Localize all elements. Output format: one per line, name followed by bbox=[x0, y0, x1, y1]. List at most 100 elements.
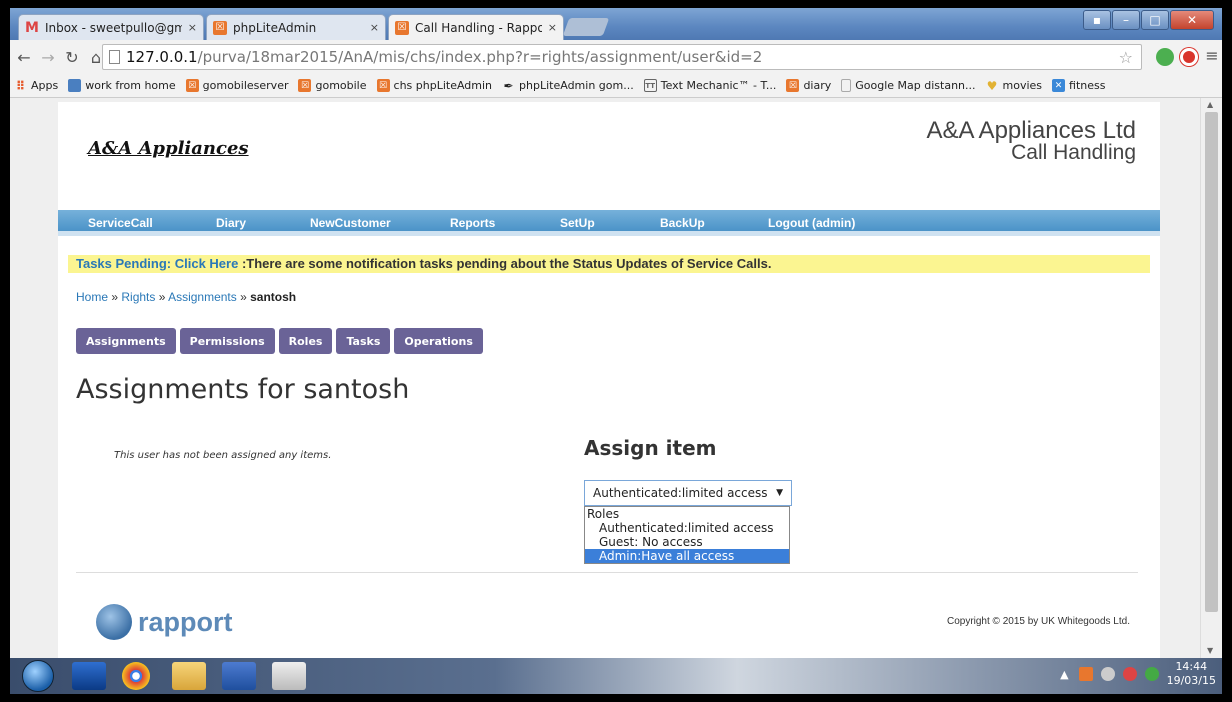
scroll-up-icon[interactable]: ▲ bbox=[1207, 100, 1213, 109]
clock-date: 19/03/15 bbox=[1166, 674, 1216, 687]
word-icon[interactable] bbox=[222, 662, 256, 690]
phplite-icon: ☒ bbox=[213, 20, 227, 35]
bookmark-item[interactable]: Google Map distann... bbox=[841, 79, 976, 92]
close-icon[interactable]: × bbox=[188, 21, 197, 34]
menu-newcustomer[interactable]: NewCustomer bbox=[310, 216, 391, 230]
bookmark-item[interactable]: work from home bbox=[68, 79, 176, 92]
rapport-wordmark: rapport bbox=[138, 606, 233, 637]
desktop-icon[interactable] bbox=[72, 662, 106, 690]
menu-logout[interactable]: Logout (admin) bbox=[768, 216, 855, 230]
breadcrumb-rights[interactable]: Rights bbox=[121, 290, 155, 304]
window-controls: ▪ – □ ✕ bbox=[1082, 10, 1214, 30]
tab-permissions[interactable]: Permissions bbox=[179, 328, 275, 354]
option-authenticated[interactable]: Authenticated:limited access bbox=[585, 521, 789, 535]
folder-icon[interactable] bbox=[172, 662, 206, 690]
extension-power-icon[interactable] bbox=[1180, 48, 1198, 66]
minimize-button[interactable]: – bbox=[1112, 10, 1140, 30]
breadcrumb: Home » Rights » Assignments » santosh bbox=[76, 290, 296, 304]
tray-expand-icon[interactable]: ▲ bbox=[1060, 668, 1068, 681]
bookmark-item[interactable]: ☒ diary bbox=[786, 79, 831, 92]
bookmark-item[interactable]: ☒ gomobile bbox=[298, 79, 367, 92]
bookmark-label: movies bbox=[1002, 79, 1043, 92]
volume-icon[interactable] bbox=[1100, 667, 1115, 681]
bookmark-star-icon[interactable]: ☆ bbox=[1119, 48, 1133, 67]
option-admin[interactable]: Admin:Have all access bbox=[585, 549, 789, 563]
tab-operations[interactable]: Operations bbox=[394, 328, 483, 354]
breadcrumb-assignments[interactable]: Assignments bbox=[168, 290, 237, 304]
scroll-down-icon[interactable]: ▼ bbox=[1207, 646, 1213, 655]
select-value: Authenticated:limited access bbox=[593, 486, 768, 500]
option-group-roles: Roles bbox=[587, 507, 620, 521]
option-guest[interactable]: Guest: No access bbox=[585, 535, 789, 549]
assign-item-title: Assign item bbox=[584, 436, 717, 460]
tab-call-handling[interactable]: ☒ Call Handling - Rapport - × bbox=[388, 14, 564, 40]
bookmark-item[interactable]: ♥ movies bbox=[986, 78, 1043, 93]
bookmark-label: gomobile bbox=[315, 79, 367, 92]
gmail-icon: M bbox=[25, 19, 39, 36]
forward-icon[interactable]: → bbox=[38, 48, 58, 67]
tab-tasks[interactable]: Tasks bbox=[336, 328, 391, 354]
breadcrumb-home[interactable]: Home bbox=[76, 290, 108, 304]
url-host: 127.0.0.1 bbox=[126, 48, 198, 66]
new-tab-button[interactable] bbox=[562, 18, 610, 36]
menu-icon[interactable]: ≡ bbox=[1202, 46, 1222, 65]
tab-roles[interactable]: Roles bbox=[278, 328, 333, 354]
breadcrumb-separator: » bbox=[236, 290, 251, 304]
vertical-scrollbar[interactable]: ▲ ▼ bbox=[1200, 98, 1222, 658]
bookmark-item[interactable]: ✒ phpLiteAdmin gom... bbox=[502, 79, 634, 93]
heart-icon: ♥ bbox=[986, 78, 998, 93]
bookmark-label: Text Mechanic™ - T... bbox=[660, 79, 777, 92]
paint-icon[interactable] bbox=[272, 662, 306, 690]
menu-reports[interactable]: Reports bbox=[450, 216, 495, 230]
assign-item-select[interactable]: Authenticated:limited access ▼ bbox=[584, 480, 792, 506]
maximize-button[interactable]: □ bbox=[1141, 10, 1169, 30]
menu-diary[interactable]: Diary bbox=[216, 216, 246, 230]
main-menu: ServiceCall Diary NewCustomer Reports Se… bbox=[58, 210, 1160, 236]
fitness-icon: ✕ bbox=[1052, 79, 1066, 92]
close-window-button[interactable]: ✕ bbox=[1170, 10, 1214, 30]
network-icon[interactable] bbox=[1122, 667, 1137, 681]
menu-backup[interactable]: BackUp bbox=[660, 216, 705, 230]
chrome-icon[interactable] bbox=[122, 662, 150, 690]
bookmark-item[interactable]: ✕ fitness bbox=[1052, 79, 1105, 92]
brand-block: A&A Appliances Ltd Call Handling bbox=[927, 119, 1136, 164]
security-icon[interactable] bbox=[1144, 667, 1159, 681]
page-icon bbox=[109, 50, 120, 64]
rights-tabs: Assignments Permissions Roles Tasks Oper… bbox=[76, 328, 487, 354]
bookmark-item[interactable]: ☒ gomobileserver bbox=[185, 79, 288, 92]
bookmark-label: Google Map distann... bbox=[855, 79, 976, 92]
clock-time: 14:44 bbox=[1175, 660, 1208, 673]
start-button[interactable] bbox=[22, 660, 54, 692]
scroll-thumb[interactable] bbox=[1205, 112, 1218, 612]
tab-assignments[interactable]: Assignments bbox=[76, 328, 176, 354]
chevron-down-icon: ▼ bbox=[776, 488, 783, 498]
tab-phpliteadmin[interactable]: ☒ phpLiteAdmin × bbox=[206, 14, 386, 40]
url-path: /purva/18mar2015/AnA/mis/chs/index.php?r… bbox=[197, 48, 763, 66]
windows-taskbar: ▲ 14:44 19/03/15 bbox=[10, 658, 1222, 694]
rapport-logo: rapport bbox=[96, 604, 233, 640]
apps-grid-icon: ⠿ bbox=[15, 78, 26, 93]
tray-app-icon[interactable] bbox=[1078, 667, 1093, 681]
bookmark-item[interactable]: ☒ chs phpLiteAdmin bbox=[376, 79, 493, 92]
menu-servicecall[interactable]: ServiceCall bbox=[88, 216, 153, 230]
tab-title: phpLiteAdmin bbox=[233, 20, 317, 35]
address-bar[interactable]: 127.0.0.1 /purva/18mar2015/AnA/mis/chs/i… bbox=[102, 44, 1142, 70]
close-icon[interactable]: × bbox=[370, 21, 379, 34]
user-icon[interactable]: ▪ bbox=[1083, 10, 1111, 30]
close-icon[interactable]: × bbox=[548, 21, 557, 34]
system-tray: ▲ 14:44 19/03/15 bbox=[1060, 660, 1216, 688]
menu-setup[interactable]: SetUp bbox=[560, 216, 595, 230]
breadcrumb-separator: » bbox=[108, 290, 122, 304]
browser-toolbar: ← → ↻ ⌂ 127.0.0.1 /purva/18mar2015/AnA/m… bbox=[10, 40, 1222, 74]
back-icon[interactable]: ← bbox=[14, 48, 34, 67]
tasks-pending-link[interactable]: Tasks Pending: Click Here bbox=[76, 256, 238, 271]
bookmark-item[interactable]: ⠿ Apps bbox=[14, 78, 58, 93]
bookmark-label: chs phpLiteAdmin bbox=[393, 79, 493, 92]
folder-icon bbox=[68, 79, 82, 92]
reload-icon[interactable]: ↻ bbox=[62, 48, 82, 67]
extension-leaf-icon[interactable] bbox=[1156, 48, 1174, 66]
bookmark-item[interactable]: TT Text Mechanic™ - T... bbox=[643, 79, 777, 92]
page-container: A&A Appliances A&A Appliances Ltd Call H… bbox=[58, 102, 1160, 658]
tab-gmail[interactable]: M Inbox - sweetpullo@gmai × bbox=[18, 14, 204, 40]
clock[interactable]: 14:44 19/03/15 bbox=[1167, 660, 1216, 688]
